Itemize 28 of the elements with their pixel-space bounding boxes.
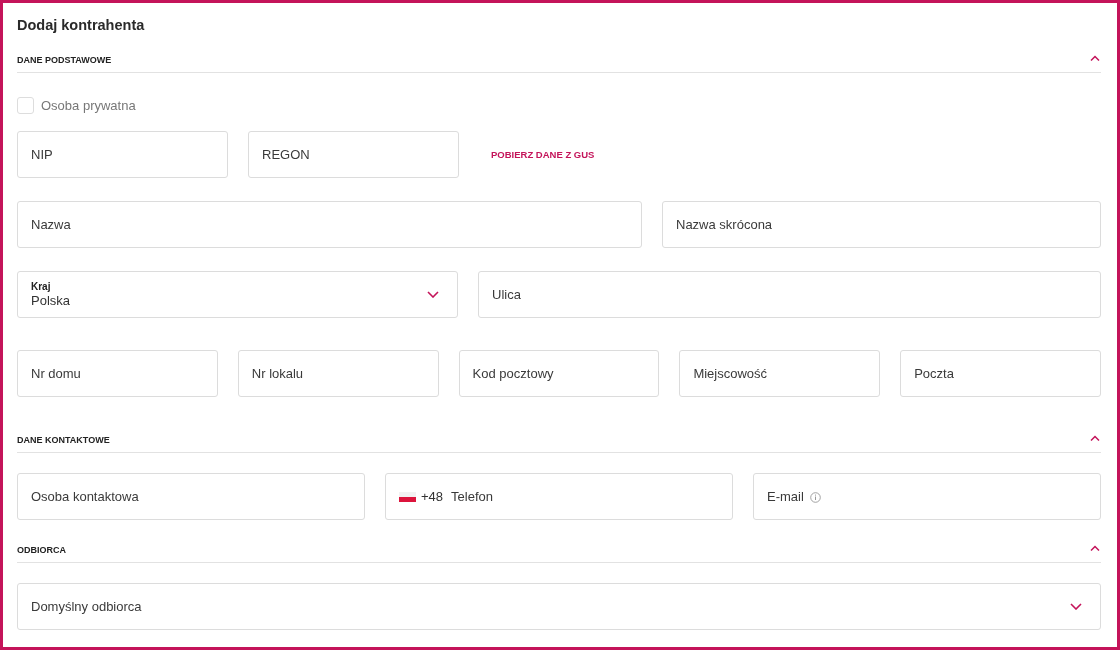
input-field[interactable]: Poczta bbox=[900, 350, 1101, 397]
input-field[interactable]: Ulica bbox=[478, 271, 1101, 318]
checkbox[interactable] bbox=[17, 96, 34, 114]
input-field[interactable]: Miejscowość bbox=[679, 350, 881, 397]
section-title: DANE PODSTAWOWE bbox=[17, 54, 112, 67]
select-field[interactable]: Kraj Polska bbox=[17, 271, 458, 318]
checkbox-label: Osoba prywatna bbox=[41, 97, 136, 113]
input-field[interactable]: NIP bbox=[17, 131, 228, 178]
chevron-down-icon bbox=[427, 291, 439, 298]
email-input[interactable]: E-mail bbox=[767, 489, 1087, 504]
info-icon bbox=[810, 492, 821, 503]
select-field[interactable]: Domyślny odbiorca bbox=[17, 583, 1101, 630]
input-field[interactable]: Kod pocztowy bbox=[458, 350, 660, 397]
email-field[interactable]: E-mail bbox=[753, 473, 1101, 520]
input-field[interactable]: Nazwa skrócona bbox=[662, 201, 1101, 248]
input-field[interactable]: Nr domu bbox=[17, 350, 218, 397]
section-title: ODBIORCA bbox=[17, 544, 66, 557]
input-field[interactable]: REGON bbox=[248, 131, 459, 178]
section-title: DANE KONTAKTOWE bbox=[17, 434, 110, 447]
input-field[interactable]: Nazwa bbox=[17, 201, 642, 248]
phone-field[interactable]: +48 Telefon bbox=[385, 473, 733, 520]
flag-icon bbox=[399, 491, 416, 502]
input-field[interactable]: Osoba kontaktowa bbox=[17, 473, 365, 520]
phone-number-input[interactable]: Telefon bbox=[451, 489, 719, 504]
dialog-title: Dodaj kontrahenta bbox=[17, 16, 146, 34]
input-field[interactable]: Nr lokalu bbox=[237, 350, 439, 397]
fetch-data-link[interactable]: POBIERZ DANE Z GUS bbox=[491, 149, 595, 160]
chevron-down-icon bbox=[1070, 603, 1082, 610]
